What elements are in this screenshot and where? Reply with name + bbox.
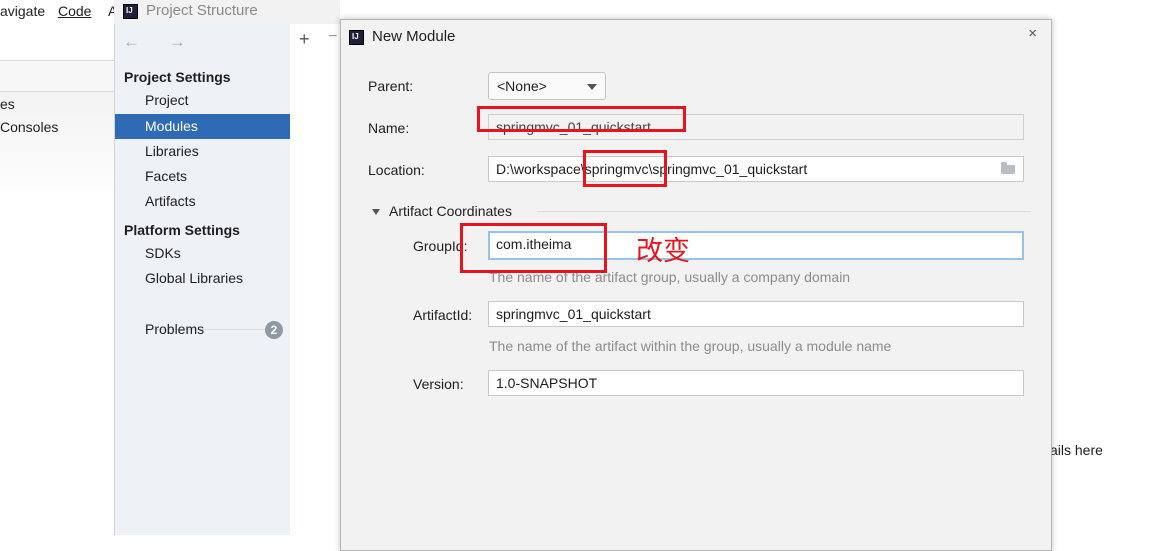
chevron-down-icon	[587, 84, 597, 90]
name-label: Name:	[368, 120, 410, 136]
sidebar-item-sdks[interactable]: SDKs	[115, 241, 290, 266]
intellij-logo-icon: IJ	[349, 30, 364, 45]
ide-left-panel-header	[0, 60, 114, 92]
artifactid-field[interactable]: springmvc_01_quickstart	[488, 301, 1024, 327]
triangle-down-icon	[372, 209, 380, 216]
ide-left-panel: es Consoles	[0, 24, 114, 535]
parent-label: Parent:	[368, 78, 414, 94]
project-structure-titlebar: IJ Project Structure	[114, 0, 340, 24]
section-divider	[537, 211, 1031, 212]
project-settings-header: Project Settings	[124, 69, 231, 85]
version-field[interactable]: 1.0-SNAPSHOT	[488, 370, 1024, 396]
folder-icon[interactable]	[1001, 162, 1015, 174]
sidebar-item-facets[interactable]: Facets	[115, 164, 290, 189]
location-label: Location:	[368, 162, 425, 178]
artifact-coordinates-toggle[interactable]: Artifact Coordinates	[372, 203, 512, 219]
sidebar-item-problems[interactable]: Problems 2	[115, 317, 290, 342]
version-label: Version:	[413, 376, 464, 392]
add-icon[interactable]: +	[299, 29, 310, 50]
sidebar-item-problems-label: Problems	[145, 321, 205, 337]
details-hint-text: ails here	[1050, 442, 1103, 458]
platform-settings-header: Platform Settings	[124, 222, 240, 238]
remove-icon[interactable]: −	[328, 28, 337, 46]
sidebar-item-project[interactable]: Project	[115, 88, 290, 113]
sidebar-item-artifacts[interactable]: Artifacts	[115, 189, 290, 214]
sidebar-item-modules[interactable]: Modules	[115, 114, 290, 139]
groupid-annotation-box	[460, 223, 607, 273]
dialog-title: New Module	[372, 28, 456, 45]
change-annotation-text: 改变	[636, 236, 690, 266]
menu-code[interactable]: Code	[58, 3, 91, 19]
location-annotation-box	[583, 150, 667, 187]
sidebar-item-libraries[interactable]: Libraries	[115, 139, 290, 164]
intellij-logo-icon: IJ	[123, 4, 138, 19]
artifact-coordinates-label: Artifact Coordinates	[389, 203, 512, 219]
artifactid-label: ArtifactId:	[413, 307, 473, 323]
location-field[interactable]: D:\workspace\springmvc\springmvc_01_quic…	[488, 156, 1024, 182]
close-icon[interactable]: ×	[1028, 25, 1037, 42]
ide-menubar: avigate Code A	[0, 0, 120, 24]
project-structure-sidebar: ← → Project Settings Project Modules Lib…	[114, 24, 291, 535]
project-structure-title: Project Structure	[146, 2, 258, 19]
artifactid-hint: The name of the artifact within the grou…	[489, 338, 892, 354]
new-module-dialog: IJ New Module × Parent: <None> Name: spr…	[340, 19, 1052, 551]
parent-select-value: <None>	[497, 78, 547, 94]
ide-left-item-consoles[interactable]: Consoles	[0, 119, 58, 135]
nav-back-forward-icon[interactable]: ← →	[123, 32, 198, 52]
sidebar-item-global-libraries[interactable]: Global Libraries	[115, 266, 290, 291]
name-annotation-box	[477, 106, 686, 132]
parent-select[interactable]: <None>	[488, 72, 606, 100]
problems-count-badge: 2	[265, 321, 283, 339]
menu-navigate[interactable]: avigate	[0, 3, 45, 19]
ide-left-item[interactable]: es	[0, 96, 15, 112]
